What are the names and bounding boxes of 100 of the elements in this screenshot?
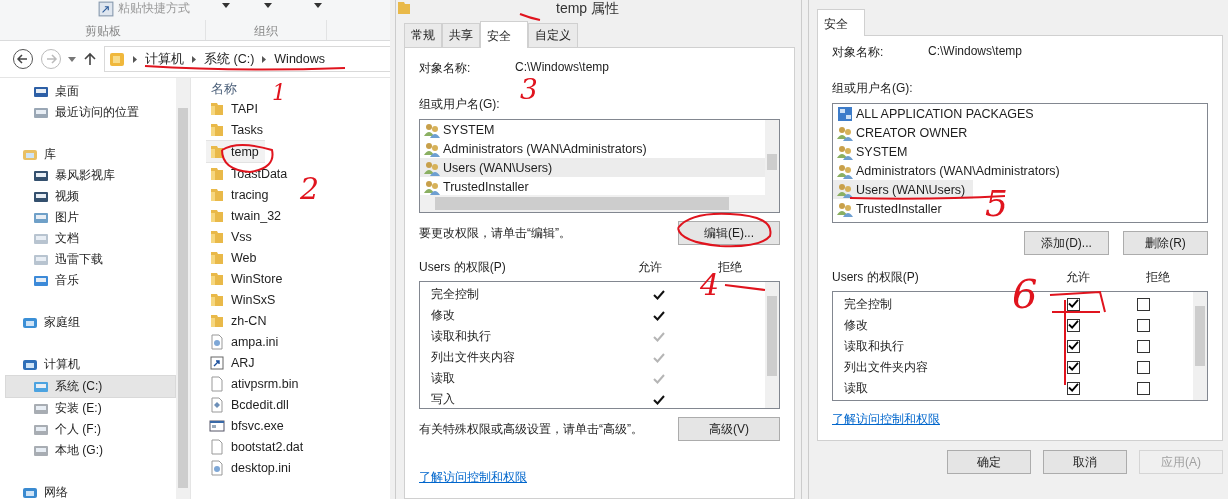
file-item[interactable]: Vss <box>206 226 258 247</box>
nav-item[interactable]: 最近访问的位置 <box>0 102 176 123</box>
horizontal-scrollbar[interactable] <box>420 195 779 212</box>
breadcrumb[interactable]: 计算机 <box>145 50 184 68</box>
file-item[interactable]: desktop.ini <box>206 457 297 478</box>
dialog-button[interactable]: 删除(R) <box>1123 231 1208 255</box>
nav-item[interactable]: 计算机 <box>0 354 176 375</box>
permission-name: 写入 <box>431 391 456 408</box>
dialog-button[interactable]: 取消 <box>1043 450 1127 474</box>
dropdown-caret-icon[interactable] <box>222 3 230 8</box>
field-label: 对象名称: <box>832 44 885 61</box>
file-item[interactable]: Bcdedit.dll <box>206 394 295 415</box>
file-item[interactable]: Tasks <box>206 119 269 140</box>
folder-icon <box>209 100 225 117</box>
file-item[interactable]: TAPI <box>206 98 264 119</box>
allow-checkbox[interactable] <box>1066 340 1080 353</box>
chevron-icon[interactable] <box>133 55 137 63</box>
file-icon <box>209 438 225 455</box>
file-item[interactable]: zh-CN <box>206 310 273 331</box>
nav-item[interactable]: 图片 <box>0 207 176 228</box>
scrollbar[interactable] <box>765 120 779 195</box>
nav-item[interactable]: 本地 (G:) <box>0 440 176 461</box>
column-header[interactable]: 名称 <box>206 78 237 98</box>
file-item[interactable]: temp <box>206 140 265 163</box>
file-item[interactable]: bootstat2.dat <box>206 436 310 457</box>
scrollbar[interactable] <box>765 282 779 408</box>
advanced-button[interactable]: 高级(V) <box>678 417 780 441</box>
file-item[interactable]: bfsvc.exe <box>206 415 290 436</box>
column-header: 拒绝 <box>1145 269 1171 286</box>
deny-checkbox[interactable] <box>1136 298 1150 311</box>
chevron-icon[interactable] <box>262 55 267 63</box>
dialog-button[interactable]: 添加(D)... <box>1024 231 1109 255</box>
gear-file-icon <box>209 396 225 413</box>
principal-item[interactable]: TrustedInstaller <box>420 177 765 196</box>
nav-item[interactable]: 音乐 <box>0 270 176 291</box>
tab[interactable]: 安全 <box>480 21 528 48</box>
scrollbar[interactable] <box>176 78 190 499</box>
address-bar[interactable]: 计算机 系统 (C:) Windows <box>104 46 390 72</box>
edit-button[interactable]: 编辑(E)... <box>678 221 780 245</box>
allow-checkbox[interactable] <box>1066 319 1080 332</box>
allow-checkbox[interactable] <box>1066 382 1080 395</box>
tab[interactable]: 常规 <box>404 23 442 47</box>
nav-item[interactable]: 暴风影视库 <box>0 165 176 186</box>
file-item[interactable]: tracing <box>206 184 275 205</box>
chevron-icon[interactable] <box>192 55 196 63</box>
principal-item[interactable]: SYSTEM <box>420 120 765 139</box>
deny-checkbox[interactable] <box>1136 319 1150 332</box>
principal-item[interactable]: CREATOR OWNER <box>833 123 976 142</box>
file-item[interactable]: WinStore <box>206 268 289 289</box>
users-icon <box>837 124 853 141</box>
folder-icon <box>209 121 225 138</box>
principal-item[interactable]: SYSTEM <box>833 142 916 161</box>
file-item[interactable]: ARJ <box>206 352 261 373</box>
file-item[interactable]: ToastData <box>206 163 294 184</box>
permission-name: 读取和执行 <box>844 338 905 355</box>
file-item[interactable]: ampa.ini <box>206 331 285 352</box>
permission-name: 读取 <box>844 380 869 397</box>
nav-item[interactable]: 桌面 <box>0 81 176 102</box>
nav-item[interactable]: 系统 (C:) <box>5 375 176 398</box>
deny-checkbox[interactable] <box>1136 340 1150 353</box>
history-caret-icon[interactable] <box>68 56 76 62</box>
up-arrow-icon[interactable] <box>84 52 96 66</box>
nav-item[interactable]: 文档 <box>0 228 176 249</box>
deny-checkbox[interactable] <box>1136 361 1150 374</box>
file-item[interactable]: ativpsrm.bin <box>206 373 305 394</box>
breadcrumb[interactable]: Windows <box>274 52 326 66</box>
tab[interactable]: 共享 <box>442 23 480 47</box>
dropdown-caret-icon[interactable] <box>314 3 322 8</box>
tab[interactable]: 自定义 <box>528 23 578 47</box>
principal-list[interactable]: SYSTEM Administrators (WAN\Administrators) Users (WAN\Users) TrustedInstaller <box>419 119 780 213</box>
principal-item[interactable]: Users (WAN\Users) <box>420 158 765 177</box>
file-item[interactable]: twain_32 <box>206 205 288 226</box>
file-item[interactable]: Web <box>206 247 263 268</box>
scrollbar[interactable] <box>1193 292 1207 400</box>
breadcrumb[interactable]: 系统 (C:) <box>204 50 255 68</box>
file-item[interactable]: WinSxS <box>206 289 282 310</box>
shortcut-icon <box>209 354 225 371</box>
principal-item[interactable]: Administrators (WAN\Administrators) <box>833 161 1068 180</box>
allow-checkbox[interactable] <box>1066 361 1080 374</box>
nav-item[interactable]: 库 <box>0 144 176 165</box>
dialog-button[interactable]: 确定 <box>947 450 1031 474</box>
help-link[interactable]: 了解访问控制和权限 <box>832 411 940 428</box>
nav-item[interactable]: 家庭组 <box>0 312 176 333</box>
nav-item[interactable]: 视频 <box>0 186 176 207</box>
tab[interactable]: 安全 <box>817 9 865 36</box>
principal-item[interactable]: TrustedInstaller <box>833 199 950 218</box>
nav-item[interactable]: 迅雷下载 <box>0 249 176 270</box>
nav-item[interactable]: 网络 <box>0 482 176 499</box>
users-icon <box>424 178 440 195</box>
nav-item[interactable]: 安装 (E:) <box>0 398 176 419</box>
nav-item[interactable]: 个人 (F:) <box>0 419 176 440</box>
principal-item[interactable]: Administrators (WAN\Administrators) <box>420 139 765 158</box>
dropdown-caret-icon[interactable] <box>264 3 272 8</box>
deny-checkbox[interactable] <box>1136 382 1150 395</box>
principal-item[interactable]: Users (WAN\Users) <box>833 180 974 199</box>
help-link[interactable]: 了解访问控制和权限 <box>419 469 527 486</box>
allow-checkbox[interactable] <box>1066 298 1080 311</box>
folder-icon <box>109 51 125 67</box>
back-button[interactable] <box>12 48 34 70</box>
principal-item[interactable]: ALL APPLICATION PACKAGES <box>833 104 1042 123</box>
